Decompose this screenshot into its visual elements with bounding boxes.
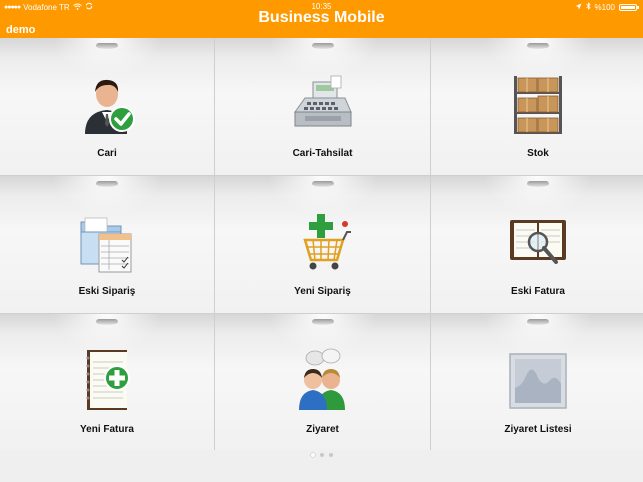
customer-check-icon [75, 72, 139, 136]
page-dot-1[interactable] [310, 453, 315, 457]
tile-eski-siparis[interactable]: Eski Sipariş [0, 176, 214, 313]
cash-register-icon [291, 72, 355, 136]
tile-cari-tahsilat[interactable]: Cari-Tahsilat [215, 38, 430, 175]
spotlight-icon [527, 43, 549, 49]
notebook-search-icon [506, 210, 570, 274]
tile-yeni-siparis[interactable]: Yeni Sipariş [215, 176, 430, 313]
tile-ziyaret-listesi[interactable]: Ziyaret Listesi [431, 314, 643, 452]
tile-label: Ziyaret [306, 424, 339, 435]
spotlight-icon [96, 43, 118, 49]
folder-documents-icon [75, 210, 139, 274]
page-dot-3[interactable] [328, 453, 333, 457]
tile-cari[interactable]: Cari [0, 38, 214, 175]
tile-label: Cari-Tahsilat [292, 148, 353, 159]
people-chat-icon [291, 348, 355, 412]
chart-image-icon [506, 348, 570, 412]
spotlight-icon [311, 43, 334, 49]
menu-grid: Cari Cari-Tahsilat Stok Eski Sipariş Yen… [0, 38, 643, 452]
tile-label: Ziyaret Listesi [504, 424, 572, 435]
tile-yeni-fatura[interactable]: Yeni Fatura [0, 314, 214, 452]
spotlight-icon [527, 319, 549, 325]
spotlight-icon [311, 181, 334, 187]
app-title: Business Mobile [258, 9, 385, 26]
tile-label: Cari [97, 148, 117, 159]
tile-label: Stok [527, 148, 549, 159]
page-dot-2[interactable] [319, 453, 324, 457]
tile-eski-fatura[interactable]: Eski Fatura [431, 176, 643, 313]
spotlight-icon [96, 319, 118, 325]
shopping-cart-add-icon [291, 210, 355, 274]
tile-label: Eski Sipariş [78, 286, 136, 297]
spotlight-icon [311, 319, 334, 325]
warehouse-shelf-icon [506, 72, 570, 136]
tile-label: Yeni Sipariş [294, 286, 351, 297]
page-indicator[interactable] [0, 453, 643, 461]
tile-stok[interactable]: Stok [431, 38, 643, 175]
spotlight-icon [527, 181, 549, 187]
user-name[interactable]: demo [6, 24, 35, 36]
app-header: ●●●●● Vodafone TR 10:35 %100 Business Mo… [0, 0, 643, 38]
spotlight-icon [96, 181, 118, 187]
tile-ziyaret[interactable]: Ziyaret [215, 314, 430, 452]
tile-label: Yeni Fatura [80, 424, 134, 435]
notebook-add-icon [75, 348, 139, 412]
tile-label: Eski Fatura [511, 286, 565, 297]
